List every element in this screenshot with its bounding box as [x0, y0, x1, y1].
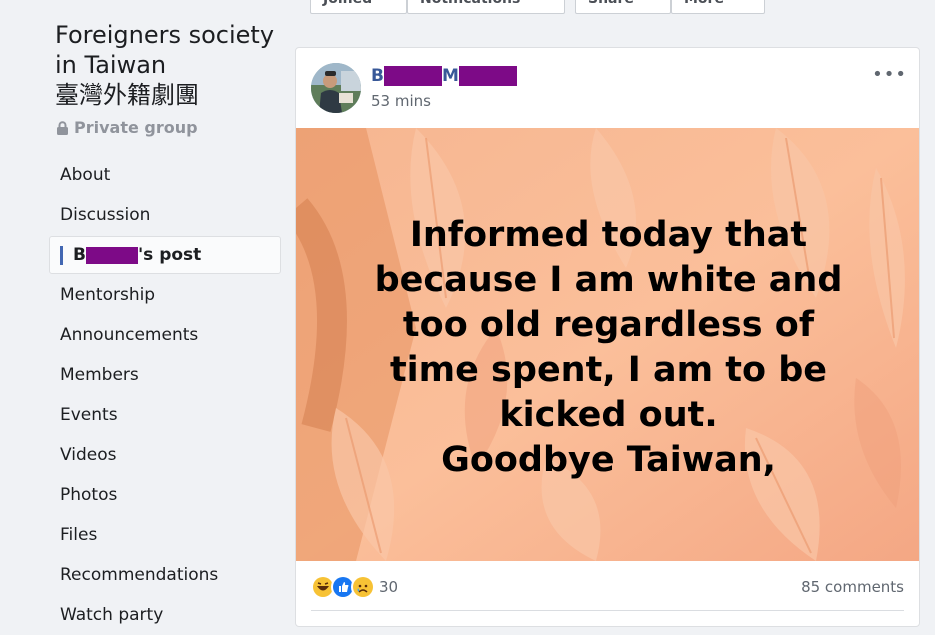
nav-item-label-suffix: 's post: [137, 245, 202, 265]
nav-item-events[interactable]: Events: [49, 395, 281, 435]
group-sidebar: Foreigners society in Taiwan 臺灣外籍劇團 Priv…: [0, 0, 290, 625]
nav-item-photos[interactable]: Photos: [49, 475, 281, 515]
nav-item-label: Files: [60, 525, 98, 545]
privacy-label: Private group: [56, 118, 198, 137]
more-button[interactable]: More: [671, 0, 765, 14]
nav-item-label: Events: [60, 405, 118, 425]
redaction-block: [458, 66, 517, 86]
nav-item-recommendations[interactable]: Recommendations: [49, 555, 281, 595]
lock-icon: [57, 120, 68, 135]
redaction-block: [383, 66, 442, 86]
more-options-icon[interactable]: •••: [872, 64, 907, 85]
nav-item-watch-party[interactable]: Watch party: [49, 595, 281, 635]
author-name[interactable]: B M: [371, 66, 517, 86]
post-timestamp[interactable]: 53 mins: [371, 92, 431, 110]
nav-item-mentorship[interactable]: Mentorship: [49, 275, 281, 315]
nav-item-label: Recommendations: [60, 565, 219, 585]
joined-button[interactable]: Joined: [310, 0, 407, 14]
nav-item-about[interactable]: About: [49, 155, 281, 195]
nav-item-label: Videos: [60, 445, 117, 465]
nav-item-label: Members: [60, 365, 139, 385]
redaction-block: [85, 246, 138, 264]
group-name-cjk[interactable]: 臺灣外籍劇團: [55, 80, 285, 110]
nav-item-members[interactable]: Members: [49, 355, 281, 395]
nav-item-label: Mentorship: [60, 285, 156, 305]
author-avatar[interactable]: [311, 63, 361, 113]
author-initial: B: [371, 66, 384, 86]
group-title[interactable]: Foreigners society in Taiwan 臺灣外籍劇團: [55, 20, 285, 110]
nav-item-label: B 's post: [61, 245, 201, 265]
divider: [311, 610, 904, 611]
share-button[interactable]: Share: [575, 0, 671, 14]
reaction-summary[interactable]: 30: [311, 575, 398, 599]
group-nav: About Discussion B 's post Mentorship Ann…: [49, 155, 281, 635]
nav-item-announcements[interactable]: Announcements: [49, 315, 281, 355]
post-background-image[interactable]: Informed today that because I am white a…: [296, 128, 919, 561]
privacy-text: Private group: [74, 118, 198, 137]
reaction-count: 30: [379, 578, 399, 596]
nav-item-label: About: [60, 165, 111, 185]
post-card: B M 53 mins ••• Informed today that beca…: [295, 47, 920, 627]
nav-item-label: Photos: [60, 485, 118, 505]
nav-item-discussion[interactable]: Discussion: [49, 195, 281, 235]
notifications-button[interactable]: Notifications: [407, 0, 565, 14]
sad-reaction-icon: [351, 575, 375, 599]
post-text: Informed today that because I am white a…: [374, 215, 843, 480]
nav-item-label: Discussion: [60, 205, 151, 225]
nav-item-label-prefix: B: [73, 245, 86, 265]
nav-item-label: Announcements: [60, 325, 199, 345]
author-initial: M: [441, 66, 459, 86]
nav-item-files[interactable]: Files: [49, 515, 281, 555]
group-action-bar: Joined Notifications Share More: [295, 0, 935, 32]
comments-count-link[interactable]: 85 comments: [801, 578, 904, 596]
avatar-photo: [311, 63, 361, 113]
nav-item-videos[interactable]: Videos: [49, 435, 281, 475]
nav-item-label: Watch party: [60, 605, 164, 625]
group-name[interactable]: Foreigners society in Taiwan: [55, 21, 274, 79]
nav-item-post[interactable]: B 's post: [49, 236, 281, 274]
